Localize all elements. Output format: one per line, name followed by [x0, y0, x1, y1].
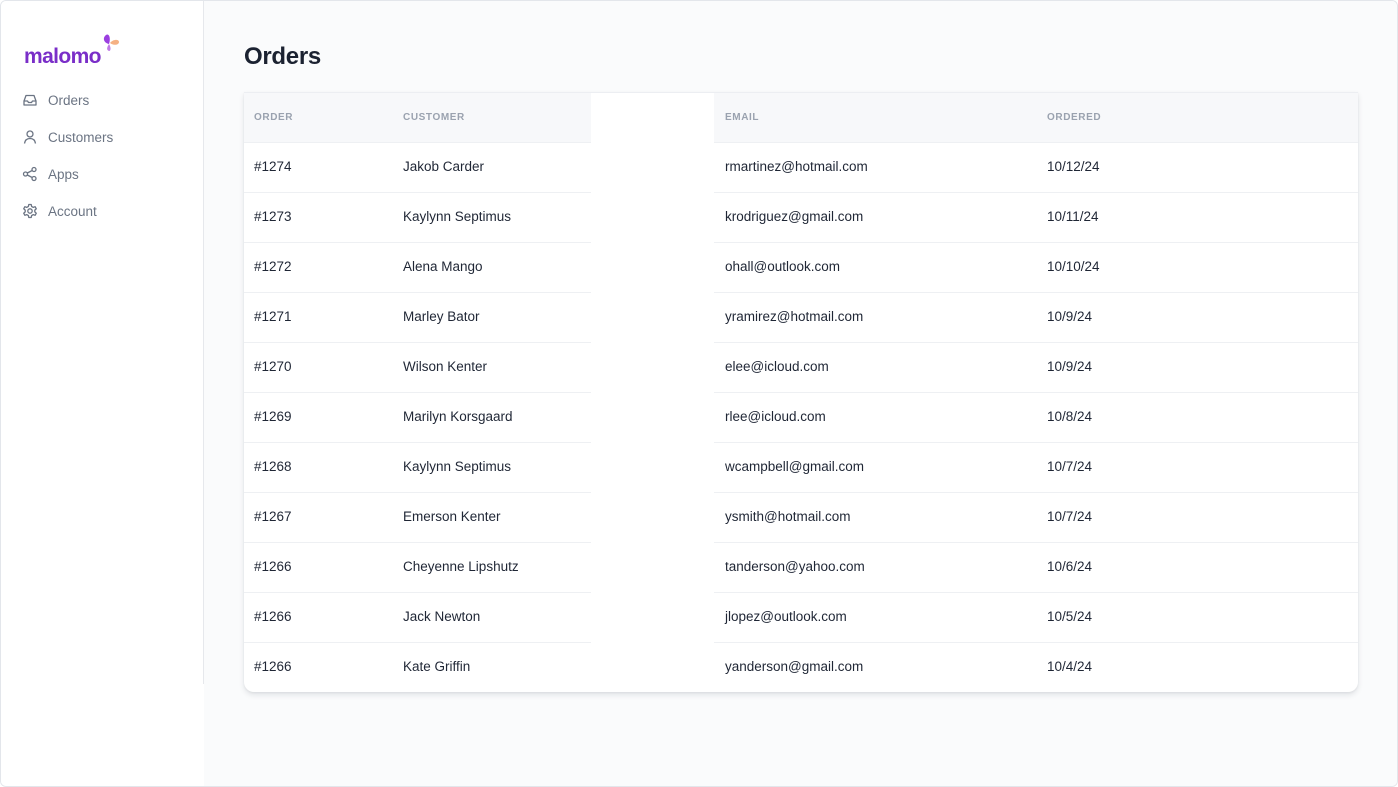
- table-header: ORDER CUSTOMER EMAIL ORDERED: [244, 92, 1358, 142]
- sidebar-item-orders[interactable]: Orders: [22, 89, 113, 111]
- order-cell: #1268: [254, 459, 292, 474]
- table-row[interactable]: #1272 Alena Mango ohall@outlook.com 10/10/2…: [244, 242, 1358, 292]
- table-row[interactable]: #1267 Emerson Kenter ysmith@hotmail.com 10/…: [244, 492, 1358, 542]
- ordered-date-cell: 10/5/24: [1047, 609, 1093, 624]
- orders-table: ORDER CUSTOMER EMAIL ORDERED #1274 Jakob …: [244, 92, 1358, 692]
- email-cell: rlee@icloud.com: [725, 409, 826, 424]
- table-row[interactable]: #1266 Cheyenne Lipshutz tanderson@yahoo.co…: [244, 542, 1358, 592]
- user-icon: [22, 129, 38, 145]
- email-cell: yanderson@gmail.com: [725, 659, 864, 674]
- ordered-date-cell: 10/8/24: [1047, 409, 1093, 424]
- table-row[interactable]: #1266 Kate Griffin yanderson@gmail.com 10/4…: [244, 642, 1358, 692]
- customer-cell: Emerson Kenter: [403, 509, 501, 524]
- table-row[interactable]: #1268 Kaylynn Septimus wcampbell@gmail.com…: [244, 442, 1358, 492]
- customer-cell: Marilyn Korsgaard: [403, 409, 513, 424]
- gear-icon: [22, 203, 38, 219]
- column-header-order[interactable]: ORDER: [254, 112, 293, 123]
- brand-logo[interactable]: malomo: [24, 34, 119, 68]
- customer-cell: Cheyenne Lipshutz: [403, 559, 519, 574]
- sidebar-item-customers[interactable]: Customers: [22, 126, 113, 148]
- table-row[interactable]: #1274 Jakob Carder rmartinez@hotmail.com 10…: [244, 142, 1358, 192]
- order-cell: #1267: [254, 509, 292, 524]
- sidebar-nav: Orders Customers Apps Account: [22, 89, 113, 237]
- email-cell: wcampbell@gmail.com: [725, 459, 864, 474]
- table-row[interactable]: #1270 Wilson Kenter elee@icloud.com 10/9/24: [244, 342, 1358, 392]
- column-header-ordered[interactable]: ORDERED: [1047, 112, 1101, 123]
- customer-cell: Kaylynn Septimus: [403, 209, 512, 224]
- sidebar-item-account[interactable]: Account: [22, 200, 113, 222]
- share-icon: [22, 166, 38, 182]
- sidebar: malomo Orders Customers Apps Account: [1, 1, 204, 786]
- app-window: malomo Orders Customers Apps Account Ord…: [0, 0, 1398, 787]
- order-cell: #1266: [254, 559, 292, 574]
- sidebar-item-label: Apps: [48, 166, 79, 182]
- customer-cell: Kaylynn Septimus: [403, 459, 512, 474]
- email-cell: jlopez@outlook.com: [725, 609, 847, 624]
- customer-cell: Alena Mango: [403, 259, 483, 274]
- column-header-email[interactable]: EMAIL: [725, 112, 759, 123]
- order-cell: #1270: [254, 359, 292, 374]
- ordered-date-cell: 10/10/24: [1047, 259, 1100, 274]
- ordered-date-cell: 10/7/24: [1047, 509, 1093, 524]
- empty-column: [591, 92, 714, 692]
- sidebar-item-label: Account: [48, 203, 97, 219]
- customer-cell: Marley Bator: [403, 309, 480, 324]
- divider: [244, 92, 1358, 93]
- table-row[interactable]: #1273 Kaylynn Septimus krodriguez@gmail.co…: [244, 192, 1358, 242]
- main-content: Orders ORDER CUSTOMER EMAIL ORDERED #127…: [204, 1, 1397, 786]
- ordered-date-cell: 10/11/24: [1047, 209, 1099, 224]
- table-row[interactable]: #1269 Marilyn Korsgaard rlee@icloud.com 10/…: [244, 392, 1358, 442]
- page-title: Orders: [244, 43, 321, 70]
- email-cell: ohall@outlook.com: [725, 259, 841, 274]
- inbox-icon: [22, 92, 38, 108]
- ordered-date-cell: 10/9/24: [1047, 359, 1093, 374]
- email-cell: ysmith@hotmail.com: [725, 509, 851, 524]
- brand-name: malomo: [24, 45, 102, 68]
- order-cell: #1266: [254, 659, 292, 674]
- table-row[interactable]: #1266 Jack Newton jlopez@outlook.com 10/5/2…: [244, 592, 1358, 642]
- order-cell: #1272: [254, 259, 292, 274]
- sidebar-item-apps[interactable]: Apps: [22, 163, 113, 185]
- ordered-date-cell: 10/9/24: [1047, 309, 1093, 324]
- email-cell: yramirez@hotmail.com: [725, 309, 864, 324]
- order-cell: #1273: [254, 209, 292, 224]
- order-cell: #1266: [254, 609, 292, 624]
- email-cell: elee@icloud.com: [725, 359, 829, 374]
- customer-cell: Jack Newton: [403, 609, 481, 624]
- column-header-customer[interactable]: CUSTOMER: [403, 112, 465, 123]
- butterfly-icon: [103, 34, 119, 51]
- order-cell: #1271: [254, 309, 292, 324]
- order-cell: #1274: [254, 159, 292, 174]
- sidebar-item-label: Orders: [48, 92, 90, 108]
- ordered-date-cell: 10/6/24: [1047, 559, 1093, 574]
- customer-cell: Kate Griffin: [403, 659, 471, 674]
- email-cell: rmartinez@hotmail.com: [725, 159, 868, 174]
- customer-cell: Jakob Carder: [403, 159, 485, 174]
- table-row[interactable]: #1271 Marley Bator yramirez@hotmail.com 10/…: [244, 292, 1358, 342]
- ordered-date-cell: 10/7/24: [1047, 459, 1093, 474]
- email-cell: tanderson@yahoo.com: [725, 559, 865, 574]
- sidebar-item-label: Customers: [48, 129, 114, 145]
- ordered-date-cell: 10/12/24: [1047, 159, 1100, 174]
- customer-cell: Wilson Kenter: [403, 359, 488, 374]
- order-cell: #1269: [254, 409, 292, 424]
- ordered-date-cell: 10/4/24: [1047, 659, 1093, 674]
- email-cell: krodriguez@gmail.com: [725, 209, 864, 224]
